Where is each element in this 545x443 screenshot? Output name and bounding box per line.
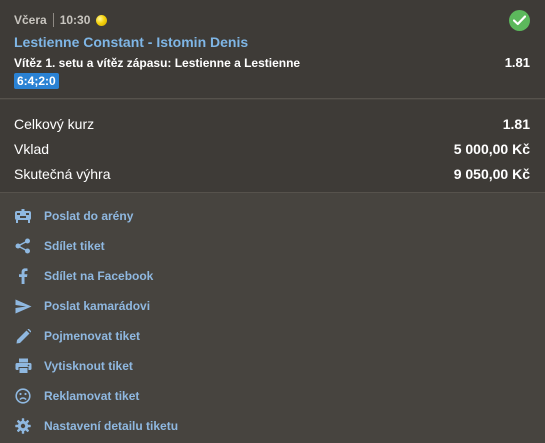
payout-value: 9 050,00 Kč [453,166,530,182]
match-title-link[interactable]: Lestienne Constant - Istomin Denis [14,34,248,50]
bet-time: 10:30 [59,13,91,27]
total-odds-label: Celkový kurz [14,116,95,132]
ticket-settings-label: Nastavení detailu tiketu [44,419,179,433]
share-ticket-button[interactable]: Sdílet tiket [14,234,105,258]
share-facebook-label: Sdílet na Facebook [44,269,154,283]
share-ticket-label: Sdílet tiket [44,239,105,253]
print-ticket-label: Vytisknout tiket [44,359,133,373]
complain-ticket-label: Reklamovat tiket [44,389,140,403]
pencil-icon [14,327,32,345]
share-facebook-button[interactable]: Sdílet na Facebook [14,264,153,288]
meta-divider [52,13,54,27]
send-to-arena-label: Poslat do arény [44,209,134,223]
share-icon [14,237,32,255]
score-badge: 6:4;2:0 [14,73,59,89]
send-to-friend-button[interactable]: Poslat kamarádovi [14,294,150,318]
send-to-arena-button[interactable]: Poslat do arény [14,204,133,228]
stake-row: Vklad 5 000,00 Kč [14,138,530,160]
ticket-summary: Celkový kurz 1.81 Vklad 5 000,00 Kč Skut… [0,100,545,193]
stake-label: Vklad [14,141,50,157]
bet-day: Včera [14,13,47,27]
rename-ticket-label: Pojmenovat tiket [44,329,141,343]
bet-selection: Vítěz 1. setu a vítěz zápasu: Lestienne … [14,56,301,70]
bet-section: Včera 10:30 Lestienne Constant - Istomin… [0,0,545,99]
send-to-friend-label: Poslat kamarádovi [44,299,151,313]
tennis-ball-icon [96,14,108,26]
gear-icon [14,417,32,435]
check-icon [509,10,530,31]
stake-value: 5 000,00 Kč [453,141,530,157]
ticket-settings-button[interactable]: Nastavení detailu tiketu [14,414,178,438]
complain-ticket-button[interactable]: Reklamovat tiket [14,384,139,408]
bet-odds: 1.81 [504,55,530,70]
rename-ticket-button[interactable]: Pojmenovat tiket [14,324,140,348]
bet-meta: Včera 10:30 [14,13,108,27]
total-odds-row: Celkový kurz 1.81 [14,113,530,135]
sad-face-icon [14,387,32,405]
payout-row: Skutečná výhra 9 050,00 Kč [14,163,530,185]
print-icon [14,357,32,375]
arena-icon [14,207,32,225]
payout-label: Skutečná výhra [14,166,111,182]
total-odds-value: 1.81 [502,116,530,132]
send-icon [14,297,32,315]
facebook-icon [14,267,32,285]
print-ticket-button[interactable]: Vytisknout tiket [14,354,133,378]
